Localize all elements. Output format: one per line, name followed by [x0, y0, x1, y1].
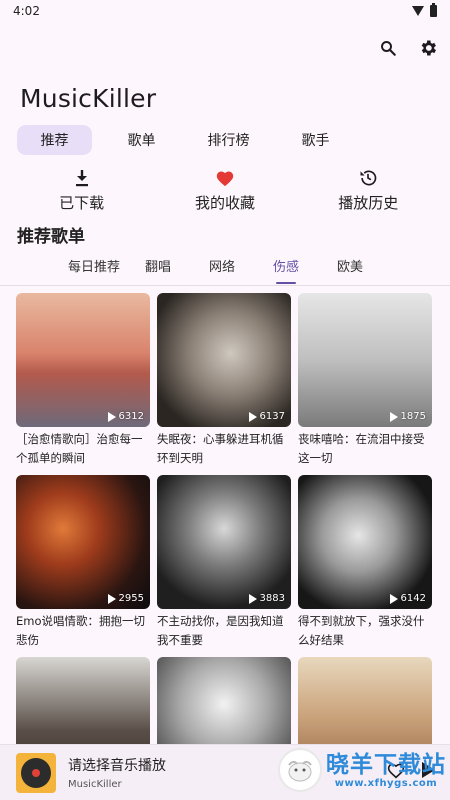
tab-singers[interactable]: 歌手 [278, 125, 353, 155]
gear-icon[interactable] [418, 38, 438, 58]
play-icon [389, 593, 398, 604]
playlist-cover: 6137 [157, 293, 291, 427]
tab-network[interactable]: 网络 [190, 256, 254, 284]
play-icon [248, 411, 257, 422]
quick-actions: 已下载 我的收藏 播放历史 [0, 168, 450, 213]
downloaded-button[interactable]: 已下载 [22, 168, 142, 213]
playlist-title: 丧味嘻哈：在流泪中接受这一切 [298, 432, 425, 465]
tab-western[interactable]: 欧美 [318, 256, 382, 284]
section-title: 推荐歌单 [17, 227, 85, 247]
playlist-cover: 1875 [298, 293, 432, 427]
play-count-value: 2955 [118, 593, 144, 604]
favorite-icon[interactable] [386, 761, 406, 783]
search-icon[interactable] [378, 38, 398, 58]
play-count-value: 6142 [400, 593, 426, 604]
tab-daily[interactable]: 每日推荐 [62, 256, 126, 284]
downloaded-label: 已下载 [59, 194, 105, 212]
player-controls [386, 761, 436, 783]
playlist-card[interactable]: 6312 ［治愈情歌向］治愈每一个孤单的瞬间 [16, 293, 150, 475]
album-art-icon [16, 752, 56, 793]
playlist-card[interactable]: 2955 Emo说唱情歌：拥抱一切悲伤 [16, 475, 150, 657]
play-count: 3883 [248, 593, 285, 604]
play-count-value: 3883 [259, 593, 285, 604]
play-count: 6312 [107, 411, 144, 422]
status-bar: 4:02 [0, 0, 450, 22]
playlist-grid: 6312 ［治愈情歌向］治愈每一个孤单的瞬间 6137 失眠夜：心事躲进耳机循环… [16, 293, 436, 800]
playlist-title: 得不到就放下，强求没什么好结果 [298, 614, 425, 647]
tab-charts[interactable]: 排行榜 [191, 125, 266, 155]
play-button-icon[interactable] [420, 761, 436, 783]
playlist-title: 失眠夜：心事躲进耳机循环到天明 [157, 432, 284, 465]
playlist-card[interactable]: 1875 丧味嘻哈：在流泪中接受这一切 [298, 293, 432, 475]
playlist-card[interactable]: 3883 不主动找你，是因我知道我不重要 [157, 475, 291, 657]
playlist-title: Emo说唱情歌：拥抱一切悲伤 [16, 614, 146, 647]
app-title: MusicKiller [20, 84, 157, 113]
play-icon [107, 593, 116, 604]
status-icons [412, 3, 437, 17]
favorites-label: 我的收藏 [194, 194, 255, 212]
download-icon [74, 168, 90, 188]
playlist-cover: 6312 [16, 293, 150, 427]
player-info: 请选择音乐播放 MusicKiller [68, 755, 166, 790]
playlist-title: ［治愈情歌向］治愈每一个孤单的瞬间 [16, 432, 143, 465]
player-subtitle: MusicKiller [68, 779, 122, 790]
play-icon [248, 593, 257, 604]
top-actions [378, 38, 438, 58]
tab-recommend[interactable]: 推荐 [17, 125, 92, 155]
status-time: 4:02 [13, 4, 40, 18]
play-count: 1875 [389, 411, 426, 422]
battery-icon [430, 3, 437, 17]
playlist-card[interactable]: 6142 得不到就放下，强求没什么好结果 [298, 475, 432, 657]
favorites-button[interactable]: 我的收藏 [165, 168, 285, 213]
playlist-cover: 3883 [157, 475, 291, 609]
tab-cover[interactable]: 翻唱 [126, 256, 190, 284]
heart-icon [215, 168, 235, 188]
play-count: 2955 [107, 593, 144, 604]
wifi-icon [412, 6, 424, 16]
tab-playlists[interactable]: 歌单 [104, 125, 179, 155]
play-icon [389, 411, 398, 422]
history-label: 播放历史 [338, 194, 399, 212]
play-count-value: 6137 [259, 411, 285, 422]
play-count: 6137 [248, 411, 285, 422]
play-count: 6142 [389, 593, 426, 604]
history-icon [358, 168, 378, 188]
play-icon [107, 411, 116, 422]
playlist-title: 不主动找你，是因我知道我不重要 [157, 614, 284, 647]
playlist-cover: 2955 [16, 475, 150, 609]
mini-player[interactable]: 请选择音乐播放 MusicKiller [0, 744, 450, 800]
tab-sad[interactable]: 伤感 [254, 256, 318, 284]
player-title: 请选择音乐播放 [68, 758, 166, 774]
playlist-cover: 6142 [298, 475, 432, 609]
play-count-value: 1875 [400, 411, 426, 422]
play-count-value: 6312 [118, 411, 144, 422]
category-tabs: 每日推荐 翻唱 网络 伤感 欧美 [62, 256, 382, 284]
history-button[interactable]: 播放历史 [308, 168, 428, 213]
main-tabs: 推荐 歌单 排行榜 歌手 [17, 125, 365, 155]
playlist-card[interactable]: 6137 失眠夜：心事躲进耳机循环到天明 [157, 293, 291, 475]
tabs-divider [0, 285, 450, 286]
